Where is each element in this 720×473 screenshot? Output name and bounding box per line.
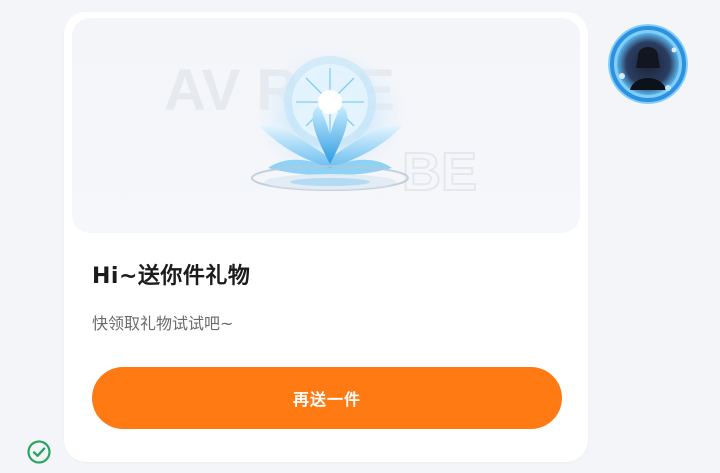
card-title: Hi~送你件礼物: [92, 264, 251, 289]
send-another-button[interactable]: 再送一件: [92, 367, 562, 429]
gift-message-card[interactable]: AV R BE BE: [64, 12, 588, 462]
check-circle-icon: [26, 439, 52, 465]
crystal-lotus-gift-icon: AV R BE BE: [164, 44, 478, 203]
user-avatar[interactable]: [608, 24, 688, 104]
svg-text:BE: BE: [402, 142, 477, 202]
chat-screen: AV R BE BE: [0, 0, 720, 473]
gift-image[interactable]: AV R BE BE: [72, 18, 580, 233]
card-subtitle: 快领取礼物试试吧~: [92, 314, 234, 333]
